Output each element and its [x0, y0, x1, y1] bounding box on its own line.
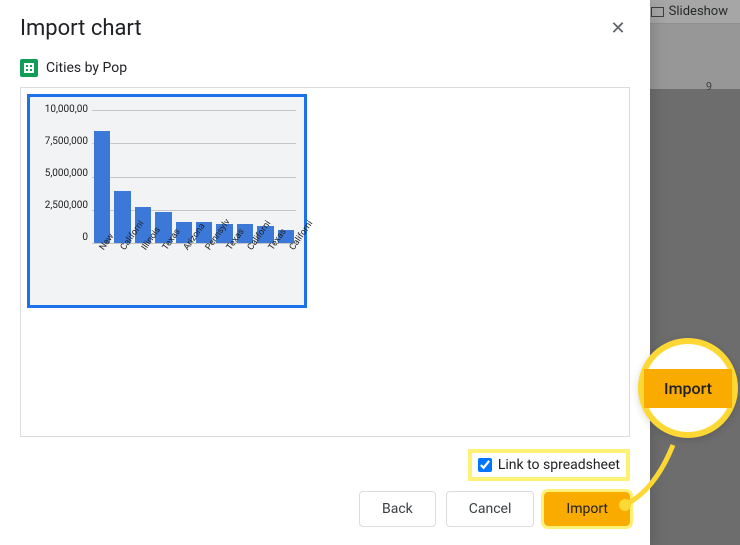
x-tick: Californi	[236, 245, 257, 305]
link-to-spreadsheet-row: Link to spreadsheet	[468, 449, 630, 481]
x-axis: NewCaliforniIllinoisTexasArizonaPennsylv…	[88, 245, 300, 305]
import-chart-dialog: Import chart ✕ Cities by Pop 10,000,00 7,…	[0, 0, 650, 545]
source-row: Cities by Pop	[0, 49, 650, 83]
x-tick: Illinois	[130, 245, 151, 305]
link-to-spreadsheet-checkbox[interactable]	[478, 458, 492, 472]
x-tick: New	[88, 245, 109, 305]
close-icon: ✕	[610, 18, 625, 39]
x-tick: Texas	[258, 245, 279, 305]
y-tick: 5,000,000	[34, 169, 92, 179]
link-to-spreadsheet-label: Link to spreadsheet	[498, 457, 620, 473]
chart-bar	[94, 131, 110, 243]
callout-bubble: Import	[638, 338, 738, 438]
sheets-icon	[20, 59, 38, 77]
dialog-title: Import chart	[20, 16, 142, 41]
x-tick: Californi	[109, 245, 130, 305]
x-tick: Californi	[279, 245, 300, 305]
chart-plot: 10,000,00 7,500,000 5,000,000 2,500,000 0	[34, 105, 300, 243]
y-tick: 7,500,000	[34, 137, 92, 147]
dialog-footer: Link to spreadsheet Back Cancel Import	[0, 437, 650, 545]
x-tick: Texas	[152, 245, 173, 305]
y-tick: 10,000,00	[34, 105, 92, 115]
y-tick: 2,500,000	[34, 201, 92, 211]
x-tick: Texas	[215, 245, 236, 305]
y-tick: 0	[34, 233, 92, 243]
cancel-button[interactable]: Cancel	[446, 491, 535, 527]
close-button[interactable]: ✕	[606, 17, 630, 41]
chart-thumbnail[interactable]: 10,000,00 7,500,000 5,000,000 2,500,000 0 Ne…	[27, 94, 307, 308]
source-name: Cities by Pop	[46, 60, 127, 76]
x-tick: Pennsylv	[194, 245, 215, 305]
dialog-header: Import chart ✕	[0, 0, 650, 49]
chart-selection-area: 10,000,00 7,500,000 5,000,000 2,500,000 0 Ne…	[20, 87, 630, 437]
x-tick: Arizona	[173, 245, 194, 305]
import-button[interactable]: Import	[544, 492, 630, 526]
back-button[interactable]: Back	[359, 491, 436, 527]
dialog-button-row: Back Cancel Import	[359, 491, 630, 527]
callout-label: Import	[644, 369, 732, 408]
y-axis: 10,000,00 7,500,000 5,000,000 2,500,000 0	[34, 105, 92, 243]
